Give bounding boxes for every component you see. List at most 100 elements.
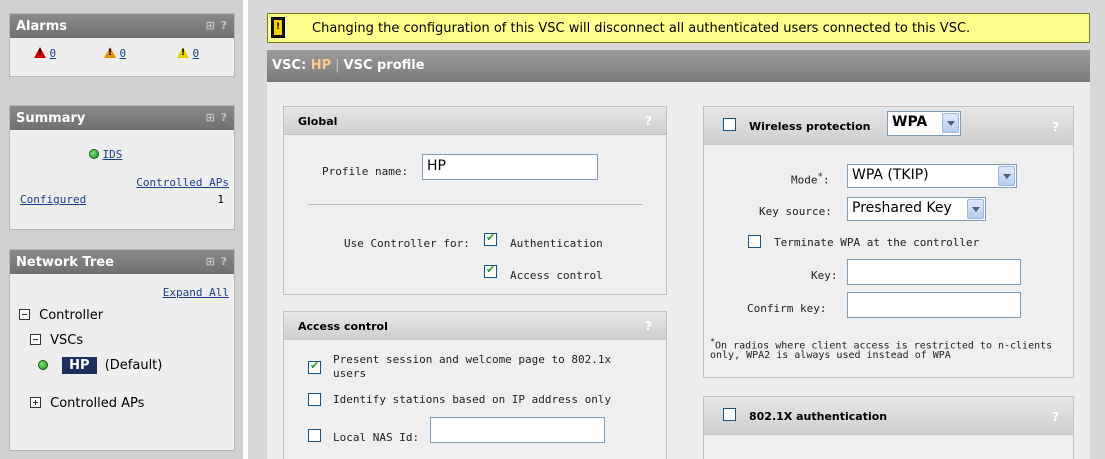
warning-text: Changing the configuration of this VSC w… bbox=[312, 21, 971, 36]
key-source-label: Key source: bbox=[759, 205, 832, 218]
divider bbox=[248, 0, 257, 459]
dot1x-checkbox[interactable] bbox=[723, 408, 736, 421]
alarms-panel: Alarms ⊞ ? 0 0 0 bbox=[9, 13, 235, 77]
page-title-vsc: HP bbox=[310, 58, 332, 73]
network-tree-title: Network Tree bbox=[16, 255, 114, 270]
terminate-wpa-label: Terminate WPA at the controller bbox=[774, 236, 980, 249]
help-icon[interactable]: ? bbox=[645, 319, 652, 333]
mode-label: Mode*: bbox=[791, 171, 830, 187]
access-control-header: Access control ? bbox=[284, 312, 666, 340]
page-title-separator: | bbox=[335, 58, 340, 73]
wireless-protection-section: Wireless protection WPA ? Mode*: WPA (TK… bbox=[703, 106, 1074, 378]
tree-node-controlled-aps[interactable]: Controlled APs bbox=[30, 396, 144, 411]
configured-link[interactable]: Configured bbox=[20, 193, 86, 206]
identify-stations-checkbox[interactable] bbox=[308, 393, 321, 406]
confirm-key-input[interactable] bbox=[847, 292, 1021, 318]
present-session-label: Present session and welcome page to 802.… bbox=[333, 353, 612, 366]
critical-alarm-count[interactable]: 0 bbox=[50, 47, 57, 60]
local-nas-input[interactable] bbox=[430, 417, 605, 443]
dot1x-title: 802.1X authentication bbox=[749, 410, 888, 423]
page-title-bar: VSC: HP | VSC profile bbox=[267, 50, 1090, 82]
collapse-icon[interactable] bbox=[30, 334, 41, 345]
content-area: Global ? Profile name: HP Use Controller… bbox=[267, 82, 1090, 459]
use-controller-label: Use Controller for: bbox=[344, 237, 470, 250]
page-title: VSC profile bbox=[343, 58, 425, 73]
critical-alarms[interactable]: 0 bbox=[34, 47, 56, 60]
tree-label-controlled-aps[interactable]: Controlled APs bbox=[50, 396, 144, 411]
chevron-down-icon bbox=[942, 113, 959, 133]
tree-label-vscs[interactable]: VSCs bbox=[50, 333, 83, 348]
status-ok-icon bbox=[89, 149, 99, 159]
chevron-down-icon bbox=[967, 199, 984, 219]
tree-node-controller[interactable]: Controller bbox=[19, 308, 103, 323]
protection-type-value: WPA bbox=[892, 114, 928, 130]
tree-label-controller[interactable]: Controller bbox=[39, 308, 103, 323]
major-alarm-icon bbox=[104, 47, 116, 58]
chevron-down-icon bbox=[998, 166, 1015, 186]
alarms-title: Alarms bbox=[16, 19, 67, 34]
minor-alarm-icon bbox=[177, 47, 189, 58]
key-input[interactable] bbox=[847, 259, 1021, 285]
ids-status[interactable]: IDS bbox=[89, 148, 122, 161]
divider bbox=[308, 204, 642, 205]
major-alarm-count[interactable]: 0 bbox=[120, 47, 127, 60]
help-icon[interactable]: ? bbox=[1052, 410, 1059, 424]
panel-tools-icon[interactable]: ⊞ ? bbox=[206, 19, 228, 32]
ids-link[interactable]: IDS bbox=[103, 148, 123, 161]
summary-header: Summary ⊞ ? bbox=[10, 106, 234, 130]
local-nas-checkbox[interactable] bbox=[308, 429, 321, 442]
wireless-protection-checkbox[interactable] bbox=[723, 118, 736, 131]
dot1x-header: 802.1X authentication ? bbox=[704, 397, 1073, 435]
collapse-icon[interactable] bbox=[19, 309, 30, 320]
warning-icon: ! bbox=[271, 17, 285, 38]
protection-type-select[interactable]: WPA bbox=[887, 111, 961, 136]
minor-alarm-count[interactable]: 0 bbox=[193, 47, 200, 60]
present-session-label-cont: users bbox=[333, 367, 367, 380]
access-control-title: Access control bbox=[298, 320, 388, 333]
critical-alarm-icon bbox=[34, 47, 46, 58]
confirm-key-label: Confirm key: bbox=[747, 302, 827, 315]
minor-alarms[interactable]: 0 bbox=[177, 47, 199, 60]
authentication-label: Authentication bbox=[510, 237, 603, 250]
network-tree-panel: Network Tree ⊞ ? Expand All Controller V… bbox=[9, 249, 235, 451]
tree-node-vsc-hp[interactable]: HP (Default) bbox=[38, 357, 163, 374]
mode-select[interactable]: WPA (TKIP) bbox=[847, 164, 1017, 188]
wireless-protection-title: Wireless protection bbox=[749, 120, 871, 133]
help-icon[interactable]: ? bbox=[645, 114, 652, 128]
present-session-checkbox[interactable] bbox=[308, 359, 321, 374]
key-label: Key: bbox=[811, 269, 838, 282]
panel-tools-icon[interactable]: ⊞ ? bbox=[206, 111, 228, 124]
authentication-checkbox[interactable] bbox=[484, 231, 497, 246]
profile-name-label: Profile name: bbox=[322, 165, 409, 178]
key-source-value: Preshared Key bbox=[852, 200, 952, 216]
identify-stations-label: Identify stations based on IP address on… bbox=[333, 393, 612, 406]
major-alarms[interactable]: 0 bbox=[104, 47, 126, 60]
global-title: Global bbox=[298, 115, 338, 128]
global-section: Global ? Profile name: HP Use Controller… bbox=[283, 106, 667, 295]
tree-node-vscs[interactable]: VSCs bbox=[30, 333, 83, 348]
profile-name-input[interactable]: HP bbox=[422, 154, 598, 180]
tree-label-default: (Default) bbox=[104, 358, 163, 373]
help-icon[interactable]: ? bbox=[1052, 120, 1059, 134]
wireless-protection-header: Wireless protection WPA ? bbox=[704, 107, 1073, 145]
mode-value: WPA (TKIP) bbox=[852, 167, 929, 183]
access-control-checkbox[interactable] bbox=[484, 263, 497, 278]
warning-banner: ! Changing the configuration of this VSC… bbox=[267, 13, 1090, 43]
global-header: Global ? bbox=[284, 107, 666, 135]
controlled-aps-link[interactable]: Controlled APs bbox=[136, 176, 229, 189]
status-ok-icon bbox=[38, 360, 48, 370]
page-title-prefix: VSC: bbox=[272, 58, 311, 73]
configured-count: 1 bbox=[217, 193, 224, 206]
panel-tools-icon[interactable]: ⊞ ? bbox=[206, 255, 228, 268]
expand-all-link[interactable]: Expand All bbox=[163, 286, 229, 299]
terminate-wpa-checkbox[interactable] bbox=[748, 235, 761, 248]
wpa-footnote-cont: only, WPA2 is always used instead of WPA bbox=[710, 350, 951, 361]
expand-icon[interactable] bbox=[30, 397, 41, 408]
alarms-header: Alarms ⊞ ? bbox=[10, 14, 234, 38]
tree-label-vsc-hp[interactable]: HP bbox=[62, 357, 97, 374]
key-source-select[interactable]: Preshared Key bbox=[847, 197, 986, 221]
summary-panel: Summary ⊞ ? IDS Controlled APs Configure… bbox=[9, 105, 235, 230]
main-area: ! Changing the configuration of this VSC… bbox=[257, 0, 1105, 459]
local-nas-label: Local NAS Id: bbox=[333, 431, 420, 444]
dot1x-section: 802.1X authentication ? bbox=[703, 396, 1074, 459]
